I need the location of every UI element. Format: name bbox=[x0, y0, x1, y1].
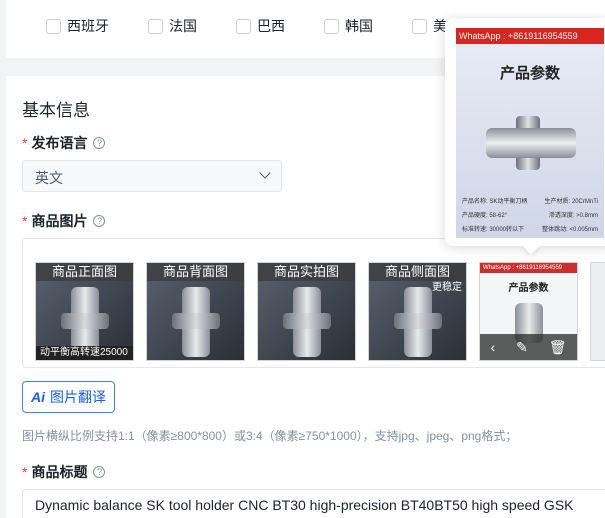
product-image-detail bbox=[283, 313, 331, 329]
chevron-down-icon bbox=[259, 167, 271, 179]
checkbox-box[interactable] bbox=[412, 18, 427, 34]
country-checkbox-korea[interactable]: 韩国 bbox=[324, 16, 373, 36]
product-image-detail bbox=[394, 313, 442, 329]
help-icon[interactable]: ? bbox=[93, 215, 106, 227]
help-icon[interactable]: ? bbox=[93, 137, 106, 149]
image-thumbnail-params[interactable]: WhatsApp : +8619116954559 产品参数 ‹ ✎ 🗑 bbox=[479, 262, 578, 361]
image-preview-popover: WhatsApp : +8619116954559 产品参数 产品名称: SK动… bbox=[445, 18, 605, 255]
image-thumbnail-back[interactable]: 商品背面图 bbox=[146, 262, 245, 361]
spec-row: 产品名称: SK动平衡刀柄 生产材质: 20CrMnTi bbox=[462, 199, 598, 205]
chevron-left-icon[interactable]: ‹ bbox=[490, 339, 495, 355]
section-title: 基本信息 bbox=[22, 101, 90, 120]
checkbox-box[interactable] bbox=[148, 18, 163, 34]
image-thumbnail-front[interactable]: 商品正面图 动平衡高转速25000 bbox=[35, 262, 134, 361]
required-mark: * bbox=[22, 213, 28, 229]
checkbox-box[interactable] bbox=[236, 18, 251, 34]
country-checkbox-brazil[interactable]: 巴西 bbox=[236, 16, 285, 36]
spec-row: 标准转速: 30000转以下 整体跳动: <0.005mm bbox=[462, 227, 598, 233]
required-mark: * bbox=[22, 135, 28, 151]
product-title-input[interactable]: Dynamic balance SK tool holder CNC BT30 … bbox=[22, 489, 605, 518]
image-thumbnail-next[interactable] bbox=[590, 262, 605, 361]
ai-icon: Ai bbox=[31, 389, 45, 405]
product-image bbox=[486, 128, 576, 158]
thumbnail-action-bar: ‹ ✎ 🗑 bbox=[480, 334, 577, 360]
image-thumbnail-side[interactable]: 商品侧面图 更稳定 bbox=[368, 262, 467, 361]
language-label: * 发布语言 ? bbox=[22, 133, 106, 153]
spec-row: 产品硬度: 58-62° 渗透深度: >0.8mm bbox=[462, 213, 598, 219]
image-format-hint: 图片横纵比例支持1:1（像素≥800*800）或3:4（像素≥750*1000）… bbox=[22, 429, 518, 443]
image-translate-button[interactable]: Ai 图片翻译 bbox=[22, 381, 115, 413]
country-checkbox-spain[interactable]: 西班牙 bbox=[46, 16, 109, 36]
delete-icon[interactable]: 🗑 bbox=[549, 339, 567, 356]
product-image-detail bbox=[61, 313, 109, 329]
preview-image: WhatsApp : +8619116954559 产品参数 产品名称: SK动… bbox=[456, 28, 604, 238]
images-label: * 商品图片 ? bbox=[22, 211, 106, 231]
checkbox-box[interactable] bbox=[324, 18, 339, 34]
checkbox-box[interactable] bbox=[46, 18, 61, 34]
image-thumbnail-real[interactable]: 商品实拍图 bbox=[257, 262, 356, 361]
help-icon[interactable]: ? bbox=[93, 466, 106, 478]
product-image-detail bbox=[172, 313, 220, 329]
required-mark: * bbox=[22, 464, 28, 480]
edit-icon[interactable]: ✎ bbox=[516, 339, 528, 356]
country-checkbox-france[interactable]: 法国 bbox=[148, 16, 197, 36]
language-select[interactable]: 英文 bbox=[22, 160, 282, 192]
title-label: * 商品标题 ? bbox=[22, 462, 106, 482]
